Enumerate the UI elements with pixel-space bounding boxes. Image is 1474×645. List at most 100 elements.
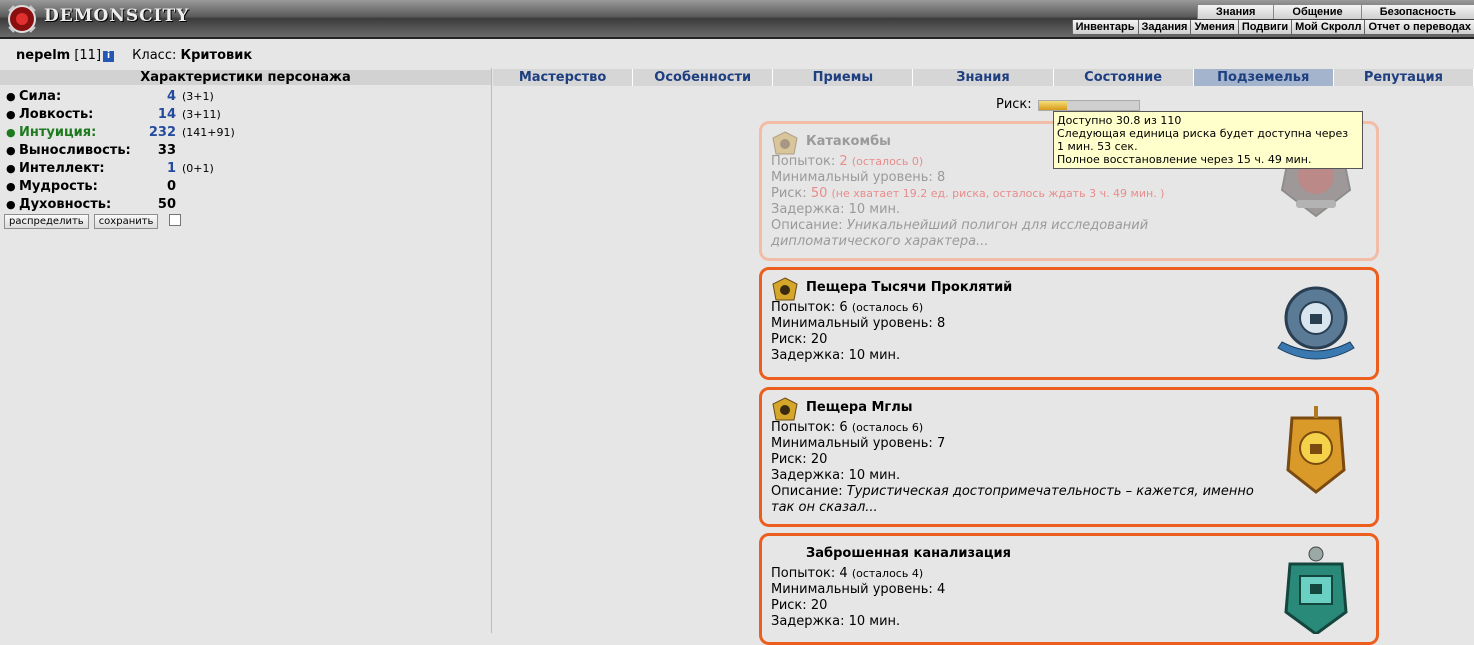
min-level-label: Минимальный уровень: [771,316,933,331]
dungeon-details: Попыток: 6 (осталось 6) Минимальный уров… [771,300,1271,364]
stat-bonus: (0+1) [182,162,214,175]
min-level-row: Минимальный уровень: 4 [771,582,1271,598]
stat-name: Ловкость: [19,107,94,122]
dungeon-rank-icon [772,397,798,421]
delay-label: Задержка: [771,202,845,217]
bullet-icon: ● [6,108,16,121]
description-label: Описание: [771,484,843,499]
risk-label: Риск: [996,97,1032,112]
demonscity-logo-icon[interactable] [4,3,40,35]
dungeon-rank-icon [772,131,798,155]
dungeon-title[interactable]: Заброшенная канализация [806,546,1011,561]
stat-value: 1 [166,161,176,176]
tab-features[interactable]: Особенности [633,69,774,86]
risk-row-label: Риск: [771,598,807,613]
delay-label: Задержка: [771,614,845,629]
attempts-label: Попыток: [771,300,836,315]
stats-list: ● Сила: 4 (3+1) ● Ловкость: 14 (3+11) ● … [6,88,306,214]
risk-value: 20 [810,598,828,613]
stat-value: 33 [157,143,176,158]
stat-name: Мудрость: [19,179,98,194]
risk-tooltip: Доступно 30.8 из 110 Следующая единица р… [1053,111,1363,169]
dungeon-card-cave-mist[interactable]: Пещера Мглы Попыток: 6 (осталось 6) Мини… [759,387,1379,527]
player-level: [11] [74,48,102,63]
attempts-row: Попыток: 4 (осталось 4) [771,566,1271,582]
delay-label: Задержка: [771,348,845,363]
save-button[interactable]: сохранить [93,214,159,229]
description-row-2: дипломатического характера... [771,234,1271,250]
attempts-value: 6 [839,420,848,435]
delay-row: Задержка: 10 мин. [771,468,1271,484]
bullet-icon: ● [6,198,16,211]
tab-techniques[interactable]: Приемы [773,69,914,86]
delay-row: Задержка: 10 мин. [771,348,1271,364]
sewer-emblem-icon [1284,546,1348,634]
nav-skills[interactable]: Умения [1190,20,1238,34]
tab-state[interactable]: Состояние [1053,69,1194,86]
nav-transfer-report[interactable]: Отчет о переводах [1364,20,1474,34]
stat-spirituality: ● Духовность: 50 [6,196,306,214]
dungeon-card-cave-thousand-curses[interactable]: Пещера Тысячи Проклятий Попыток: 6 (оста… [759,267,1379,380]
nav-inventory[interactable]: Инвентарь [1071,20,1138,34]
tab-reputation[interactable]: Репутация [1333,69,1474,86]
stat-intellect: ● Интеллект: 1 (0+1) [6,160,306,178]
attempts-label: Попыток: [771,566,836,581]
nav-achievements[interactable]: Подвиги [1237,20,1292,34]
tooltip-line: Полное восстановление через 15 ч. 49 мин… [1057,153,1312,166]
nav-quests[interactable]: Задания [1137,20,1191,34]
player-line: nepelm [11] i Класс: Критовик [16,48,252,63]
tab-knowledge[interactable]: Знания [913,69,1054,86]
stat-name: Интуиция: [19,125,97,140]
logo-text[interactable]: DEMONSCITY [44,6,189,26]
delay-row: Задержка: 10 мин. [771,202,1271,218]
nav-knowledge[interactable]: Знания [1196,5,1274,19]
attempts-value: 6 [839,300,848,315]
tab-mastery[interactable]: Мастерство [493,69,634,86]
confirm-checkbox[interactable] [169,213,182,226]
risk-note: (не хватает 19.2 ед. риска, осталось жда… [831,187,1165,200]
min-level-value: 8 [936,316,946,331]
description-text: Туристическая достопримечательность – ка… [846,484,1254,499]
description-row-2: так он сказал... [771,500,1271,516]
delay-value: 10 мин. [848,348,901,363]
stat-bonus: (141+91) [182,126,235,139]
dungeon-title[interactable]: Пещера Тысячи Проклятий [806,280,1012,295]
description-text: так он сказал... [771,500,878,515]
stat-strength: ● Сила: 4 (3+1) [6,88,306,106]
dungeon-card-abandoned-sewer[interactable]: Заброшенная канализация Попыток: 4 (оста… [759,533,1379,645]
dungeon-rank-icon [772,277,798,301]
player-nick: nepelm [16,48,71,63]
bullet-icon: ● [6,144,16,157]
tab-dungeons[interactable]: Подземелья [1193,69,1334,86]
risk-bar-fill [1039,101,1067,110]
stat-wisdom: ● Мудрость: 0 [6,178,306,196]
min-level-label: Минимальный уровень: [771,582,933,597]
attempts-left: (осталось 4) [851,567,924,580]
attempts-value: 4 [839,566,848,581]
nav-security[interactable]: Безопасность [1360,5,1474,19]
risk-row-label: Риск: [771,332,807,347]
risk-value: 50 [810,186,828,201]
min-level-row: Минимальный уровень: 7 [771,436,1271,452]
description-text: дипломатического характера... [771,234,989,249]
risk-row: Риск: 50 (не хватает 19.2 ед. риска, ост… [771,186,1271,202]
description-row: Описание: Туристическая достопримечатель… [771,484,1271,500]
distribute-button[interactable]: распределить [4,214,89,229]
nav-communication[interactable]: Общение [1273,5,1361,19]
panel-divider [491,68,492,633]
min-level-row: Минимальный уровень: 8 [771,170,1271,186]
dungeon-title[interactable]: Катакомбы [806,134,891,149]
risk-value: 20 [810,332,828,347]
nav-my-scroll[interactable]: Мой Скролл [1291,20,1365,34]
risk-bar[interactable] [1038,100,1140,111]
stat-name: Сила: [19,89,62,104]
info-icon[interactable]: i [103,51,115,62]
attempts-row: Попыток: 6 (осталось 6) [771,300,1271,316]
attempts-label: Попыток: [771,154,836,169]
stat-agility: ● Ловкость: 14 (3+11) [6,106,306,124]
dungeon-title[interactable]: Пещера Мглы [806,400,913,415]
cave-mist-emblem-icon [1286,406,1346,494]
stat-value: 4 [166,89,176,104]
class-value: Критовик [180,48,253,63]
stat-bonus: (3+1) [182,90,214,103]
